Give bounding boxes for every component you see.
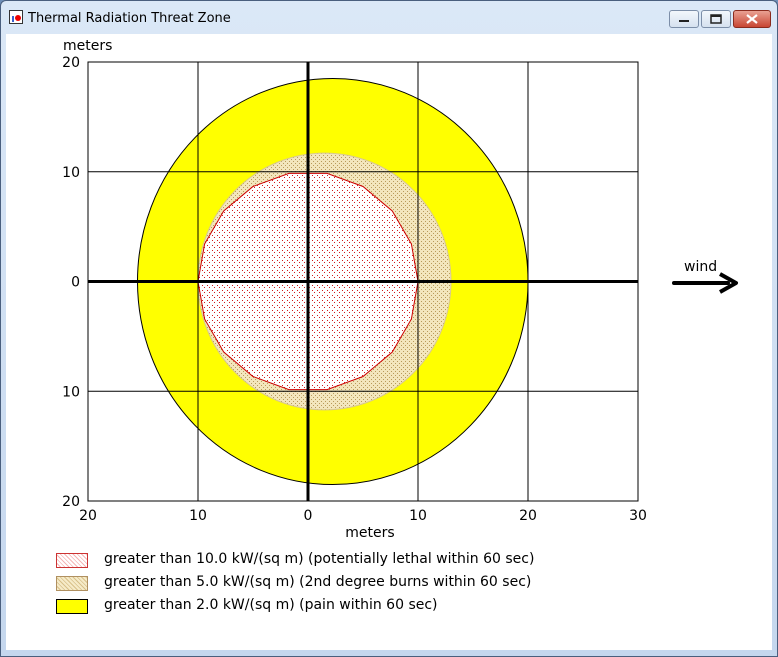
x-axis-title: meters — [345, 525, 394, 541]
legend-item-pain: greater than 2.0 kW/(sq m) (pain within … — [56, 597, 616, 617]
wind-label: wind — [684, 259, 717, 275]
minimize-button[interactable] — [669, 10, 699, 28]
legend-swatch — [56, 599, 88, 614]
wind-indicator: wind — [672, 259, 738, 294]
y-axis-title: meters — [63, 38, 112, 54]
app-icon — [9, 10, 23, 24]
y-tick-label: 20 — [62, 55, 80, 71]
legend-label: greater than 2.0 kW/(sq m) (pain within … — [104, 597, 438, 613]
x-tick-label: 20 — [519, 508, 537, 524]
maximize-button[interactable] — [701, 10, 731, 28]
y-tick-label: 0 — [71, 275, 80, 291]
x-tick-label: 0 — [304, 508, 313, 524]
x-tick-label: 10 — [189, 508, 207, 524]
minimize-icon — [679, 20, 689, 22]
legend-item-burns: greater than 5.0 kW/(sq m) (2nd degree b… — [56, 574, 616, 594]
x-tick-label: 20 — [79, 508, 97, 524]
legend-item-lethal: greater than 10.0 kW/(sq m) (potentially… — [56, 551, 616, 571]
close-icon — [746, 14, 758, 24]
close-button[interactable] — [733, 10, 771, 28]
legend-swatch — [56, 553, 88, 568]
window-title: Thermal Radiation Threat Zone — [28, 11, 231, 26]
y-tick-label: 10 — [62, 384, 80, 400]
x-tick-label: 30 — [629, 508, 647, 524]
maximize-icon — [710, 14, 722, 24]
y-tick-label: 20 — [62, 494, 80, 510]
y-tick-label: 10 — [62, 165, 80, 181]
legend-label: greater than 10.0 kW/(sq m) (potentially… — [104, 551, 535, 567]
title-bar[interactable]: Thermal Radiation Threat Zone — [1, 1, 777, 33]
threat-zone-chart: meters meters 20 10 0 10 20 30 20 10 0 10 20 wind — [62, 38, 738, 541]
legend-swatch — [56, 576, 88, 591]
x-tick-label: 10 — [409, 508, 427, 524]
app-window: Thermal Radiation Threat Zone meters met… — [0, 0, 778, 657]
legend-label: greater than 5.0 kW/(sq m) (2nd degree b… — [104, 574, 532, 590]
client-area: meters meters 20 10 0 10 20 30 20 10 0 10 20 wind … — [6, 34, 772, 650]
